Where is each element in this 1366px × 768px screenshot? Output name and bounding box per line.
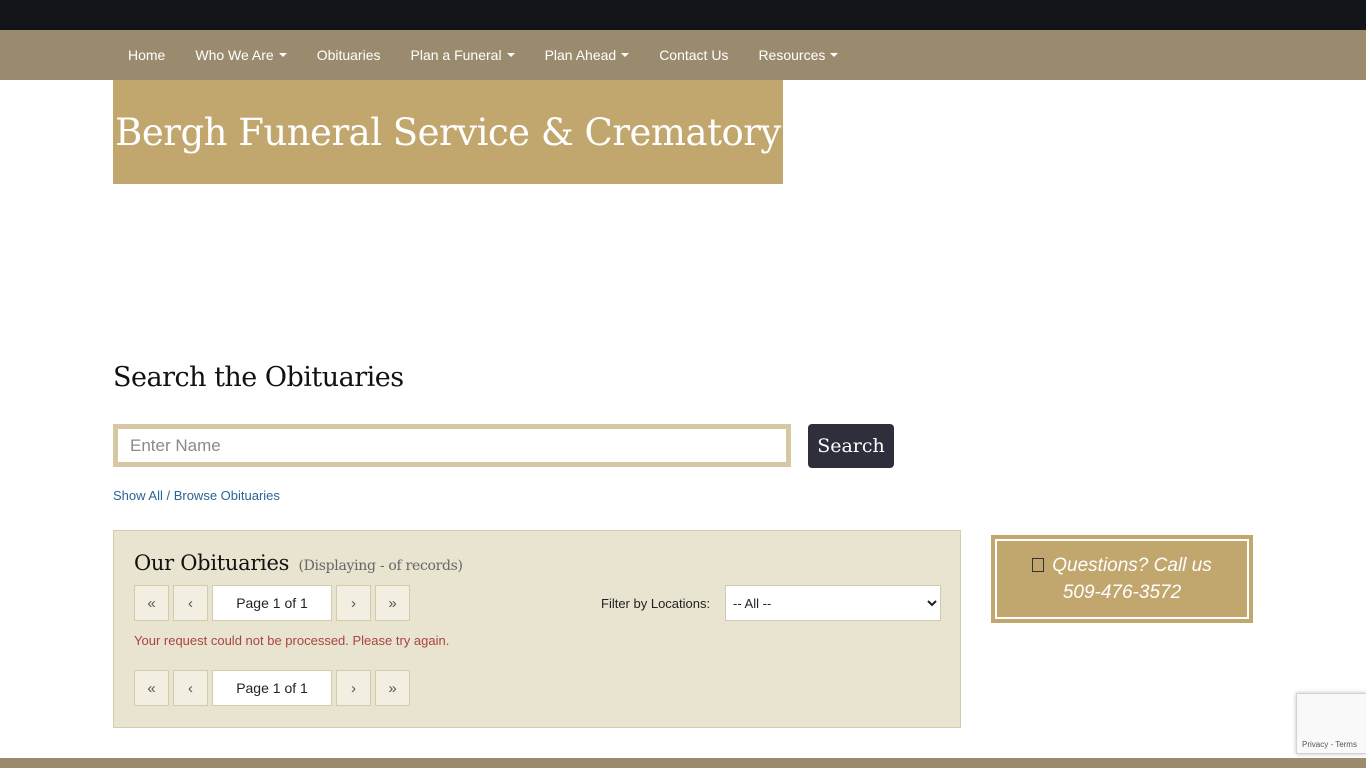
nav-item-label: Resources [758,47,826,63]
search-name-input[interactable] [113,424,791,467]
main-navbar: Home Who We Are Obituaries Plan a Funera… [0,30,1366,80]
recaptcha-badge[interactable]: Privacy - Terms [1296,693,1366,754]
obituaries-title: Our Obituaries [134,551,290,575]
nav-item-plan-ahead[interactable]: Plan Ahead [530,30,645,80]
nav-item-plan-a-funeral[interactable]: Plan a Funeral [396,30,530,80]
phone-number[interactable]: 509-476-3572 [1063,579,1181,606]
nav-item-home[interactable]: Home [113,30,180,80]
search-heading: Search the Obituaries [113,362,404,393]
call-us-box[interactable]: Questions? Call us 509-476-3572 [991,535,1253,623]
call-us-line: Questions? Call us [1032,552,1212,579]
obituaries-panel: Our Obituaries (Displaying - of records)… [113,530,961,728]
first-page-button[interactable]: « [134,585,169,621]
nav-item-label: Home [128,47,166,63]
nav-item-label: Plan Ahead [544,47,617,63]
nav-menu: Home Who We Are Obituaries Plan a Funera… [113,30,853,80]
location-filter-select[interactable]: -- All -- [725,585,941,621]
next-page-button[interactable]: › [336,670,371,706]
last-page-button[interactable]: » [375,670,410,706]
obituaries-record-count: (Displaying - of records) [298,558,463,574]
caret-down-icon [278,53,287,57]
footer-bar [0,758,1366,768]
prev-page-button[interactable]: ‹ [173,670,208,706]
nav-item-resources[interactable]: Resources [743,30,853,80]
call-us-text: Questions? Call us [1052,555,1212,576]
recaptcha-links[interactable]: Privacy - Terms [1302,740,1357,749]
search-button[interactable]: Search [808,424,894,468]
nav-item-label: Obituaries [316,47,381,63]
error-message: Your request could not be processed. Ple… [134,633,450,648]
show-all-link[interactable]: Show All / Browse Obituaries [113,488,280,503]
obituaries-heading: Our Obituaries (Displaying - of records) [134,551,463,575]
nav-item-who-we-are[interactable]: Who We Are [180,30,301,80]
first-page-button[interactable]: « [134,670,169,706]
pagination-top: « ‹ Page 1 of 1 › » [134,585,414,621]
last-page-button[interactable]: » [375,585,410,621]
caret-down-icon [621,53,630,57]
nav-item-contact-us[interactable]: Contact Us [644,30,743,80]
page-info: Page 1 of 1 [212,585,332,621]
site-title: Bergh Funeral Service & Crematory [115,110,781,154]
caret-down-icon [506,53,515,57]
nav-item-label: Plan a Funeral [410,47,502,63]
phone-icon [1032,558,1045,572]
top-bar [0,0,1366,30]
nav-item-label: Who We Are [195,47,274,63]
caret-down-icon [830,53,839,57]
nav-item-label: Contact Us [659,47,729,63]
site-brand-banner[interactable]: Bergh Funeral Service & Crematory [113,80,783,184]
call-us-box-inner: Questions? Call us 509-476-3572 [995,539,1249,619]
page-info: Page 1 of 1 [212,670,332,706]
pagination-bottom: « ‹ Page 1 of 1 › » [134,670,414,706]
nav-item-obituaries[interactable]: Obituaries [302,30,396,80]
filter-locations-label: Filter by Locations: [601,596,711,611]
prev-page-button[interactable]: ‹ [173,585,208,621]
next-page-button[interactable]: › [336,585,371,621]
